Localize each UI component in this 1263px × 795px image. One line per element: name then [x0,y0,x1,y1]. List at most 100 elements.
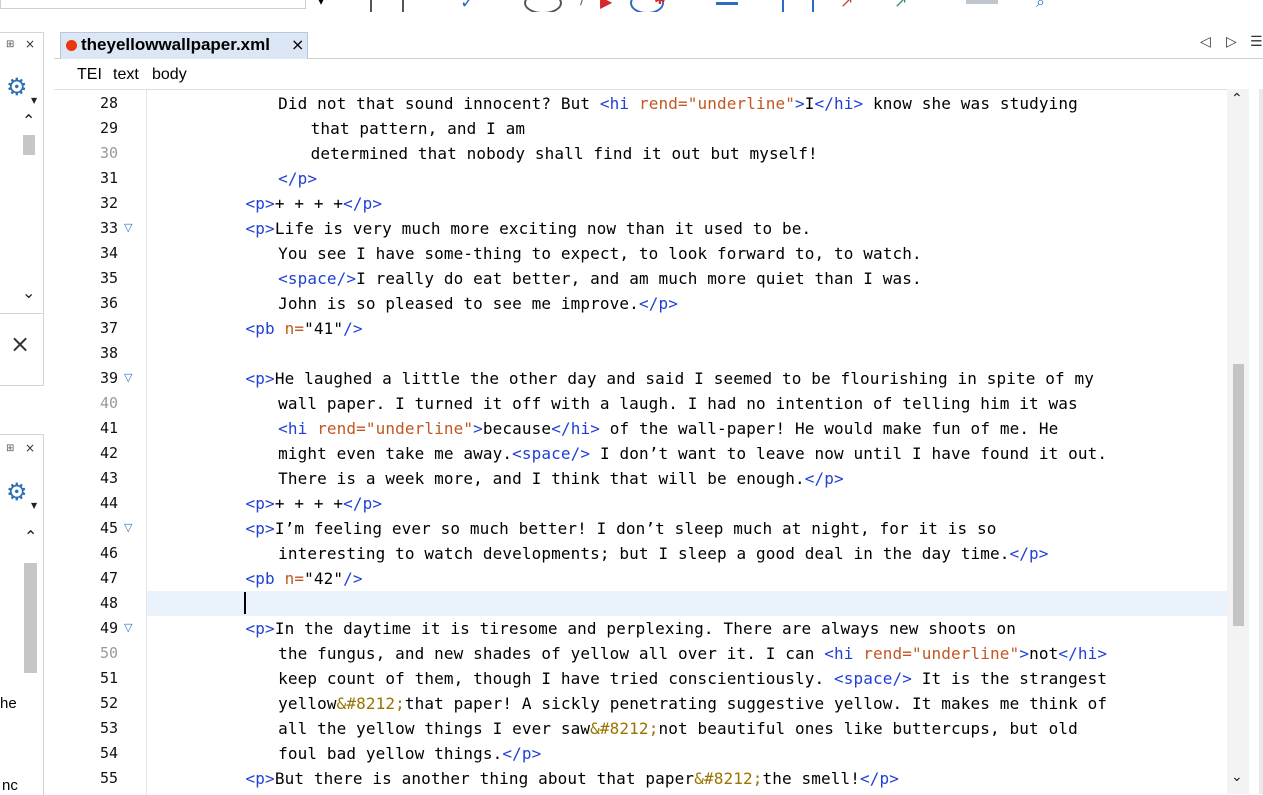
overview-ruler [1259,89,1263,794]
code-line[interactable]: foul bad yellow things.</p> [146,741,1227,766]
code-line[interactable]: You see I have some-thing to expect, to … [146,241,1227,266]
text-token: "42" [304,569,344,588]
export-icon[interactable] [782,0,814,12]
scroll-up-icon[interactable]: ⌃ [22,113,35,129]
line-number: 38 [99,344,118,362]
scroll-down-icon[interactable]: ⌄ [22,285,35,301]
upper-panel-scroll-thumb[interactable] [23,135,35,155]
fold-toggle-icon[interactable]: ▽ [124,521,132,534]
tab-theyellowwallpaper[interactable]: theyellowwallpaper.xml × [60,32,308,59]
next-tab-icon[interactable]: ▷ [1226,34,1237,50]
lower-panel-scroll-thumb[interactable] [24,563,37,673]
xml-tag-token: </hi> [551,419,600,438]
code-line[interactable]: John is so pleased to see me improve.</p… [146,291,1227,316]
code-line[interactable]: yellow&#8212;that paper! A sickly penetr… [146,691,1227,716]
check-icon[interactable]: ✓ [460,0,475,12]
code-line[interactable]: <p>I’m feeling ever so much better! I do… [146,516,1227,541]
chevron-down-icon[interactable]: ▼ [31,96,37,105]
line-number: 53 [99,719,118,737]
editor-vertical-scrollbar[interactable]: ⌃ ⌄ [1227,89,1249,794]
chevron-down-icon[interactable]: ▼ [31,501,37,510]
xml-tag-token: </p> [860,769,900,788]
code-line[interactable]: <pb n="41"/> [146,316,1227,341]
record-icon[interactable] [524,0,562,12]
line-number: 29 [99,119,118,137]
close-icon[interactable]: × [25,37,35,51]
breadcrumb-tei[interactable]: TEI [77,66,102,84]
code-line[interactable]: <pb n="42"/> [146,566,1227,591]
pin-icon[interactable]: ⊞ [6,443,14,454]
dropdown-icon[interactable]: ▾ [318,0,324,8]
xml-tag-token: </hi> [1058,644,1108,663]
scroll-up-icon[interactable]: ⌃ [1231,91,1243,107]
editor-scroll-thumb[interactable] [1233,364,1244,626]
bar-icon[interactable] [716,2,738,5]
validate-icon[interactable] [370,0,404,12]
close-tab-icon[interactable]: × [291,35,304,54]
toolbar-search-box[interactable] [0,0,306,9]
code-line[interactable]: keep count of them, though I have tried … [146,666,1227,691]
text-token: determined that nobody shall find it out… [310,144,818,163]
arrow2-icon[interactable]: ↗ [894,0,907,11]
text-token: Life is very much more exciting now than… [274,219,812,238]
run-icon[interactable]: ▶ [600,0,612,11]
line-number: 31 [99,169,118,187]
close-panel-icon[interactable]: × [10,330,30,358]
text-token: I’m feeling ever so much better! I don’t… [274,519,997,538]
text-editor[interactable]: 28 29 30 31 32 33 ▽ 34 35 36 37 38 39 ▽ 40 41 42 43 44 45 ▽ 4… [54,89,1227,795]
gear-icon[interactable]: ⚙ [6,480,28,504]
xml-tag-token: /> [343,569,363,588]
code-line[interactable]: There is a week more, and I think that w… [146,466,1227,491]
xml-tag-token: <hi [278,419,318,438]
text-token: There is a week more, and I think that w… [278,469,805,488]
code-line[interactable]: Did not that sound innocent? But <hi ren… [146,91,1227,116]
code-line[interactable]: <p>Life is very much more exciting now t… [146,216,1227,241]
line-number: 35 [99,269,118,287]
code-line[interactable]: <hi rend="underline">because</hi> of the… [146,416,1227,441]
code-line[interactable]: that pattern, and I am [146,116,1227,141]
code-line[interactable]: <p>In the daytime it is tiresome and per… [146,616,1227,641]
pin-icon[interactable]: ⊞ [6,39,14,50]
text-token: not beautiful ones like buttercups, but … [658,719,1078,738]
text-token: John is so pleased to see me improve. [278,294,639,313]
code-line[interactable]: <p>But there is another thing about that… [146,766,1227,791]
wand-icon[interactable]: / [580,0,585,8]
code-line[interactable]: <p>+ + + +</p> [146,491,1227,516]
search-icon[interactable]: ⌕ [1036,0,1045,12]
arrow-icon[interactable]: ↗ [840,0,853,11]
bug-icon[interactable]: ✱ [654,0,666,8]
code-line[interactable] [146,591,1227,616]
fold-toggle-icon[interactable]: ▽ [124,621,132,634]
code-line[interactable]: </p> [146,166,1227,191]
xml-tag-token: <space/> [278,269,357,288]
scroll-down-icon[interactable]: ⌄ [1231,769,1243,785]
left-side-panels: ⊞ × ⚙ ▼ ⌃ ⌄ × ⊞ × ⚙ ▼ ⌃ he nc [0,12,54,795]
code-line[interactable]: determined that nobody shall find it out… [146,141,1227,166]
code-line[interactable]: wall paper. I turned it off with a laugh… [146,391,1227,416]
breadcrumb-body[interactable]: body [152,66,187,84]
code-line[interactable]: interesting to watch developments; but I… [146,541,1227,566]
upper-panel-scrollbar[interactable]: ⌃ ⌄ [20,113,38,307]
book-icon[interactable] [966,0,998,4]
code-line[interactable]: the fungus, and new shades of yellow all… [146,641,1227,666]
code-line[interactable]: <p>He laughed a little the other day and… [146,366,1227,391]
xml-tag-token: > [794,94,805,113]
code-line[interactable]: might even take me away.<space/> I don’t… [146,441,1227,466]
line-number: 36 [99,294,118,312]
breadcrumb-text[interactable]: text [113,66,139,84]
text-token: know she was studying [863,94,1078,113]
scroll-up-icon[interactable]: ⌃ [24,529,37,545]
code-line[interactable] [146,341,1227,366]
previous-tab-icon[interactable]: ◁ [1200,34,1211,50]
line-number: 44 [99,494,118,512]
code-line[interactable]: <p>+ + + +</p> [146,191,1227,216]
gear-icon[interactable]: ⚙ [6,75,28,99]
fold-toggle-icon[interactable]: ▽ [124,371,132,384]
tab-list-icon[interactable]: ☰ [1250,34,1263,50]
code-line[interactable]: <space/>I really do eat better, and am m… [146,266,1227,291]
code-line[interactable]: all the yellow things I ever saw&#8212;n… [146,716,1227,741]
fold-toggle-icon[interactable]: ▽ [124,221,132,234]
close-icon[interactable]: × [25,441,35,455]
xml-tag-token: <pb [245,569,285,588]
xml-tag-token: <p> [245,369,275,388]
